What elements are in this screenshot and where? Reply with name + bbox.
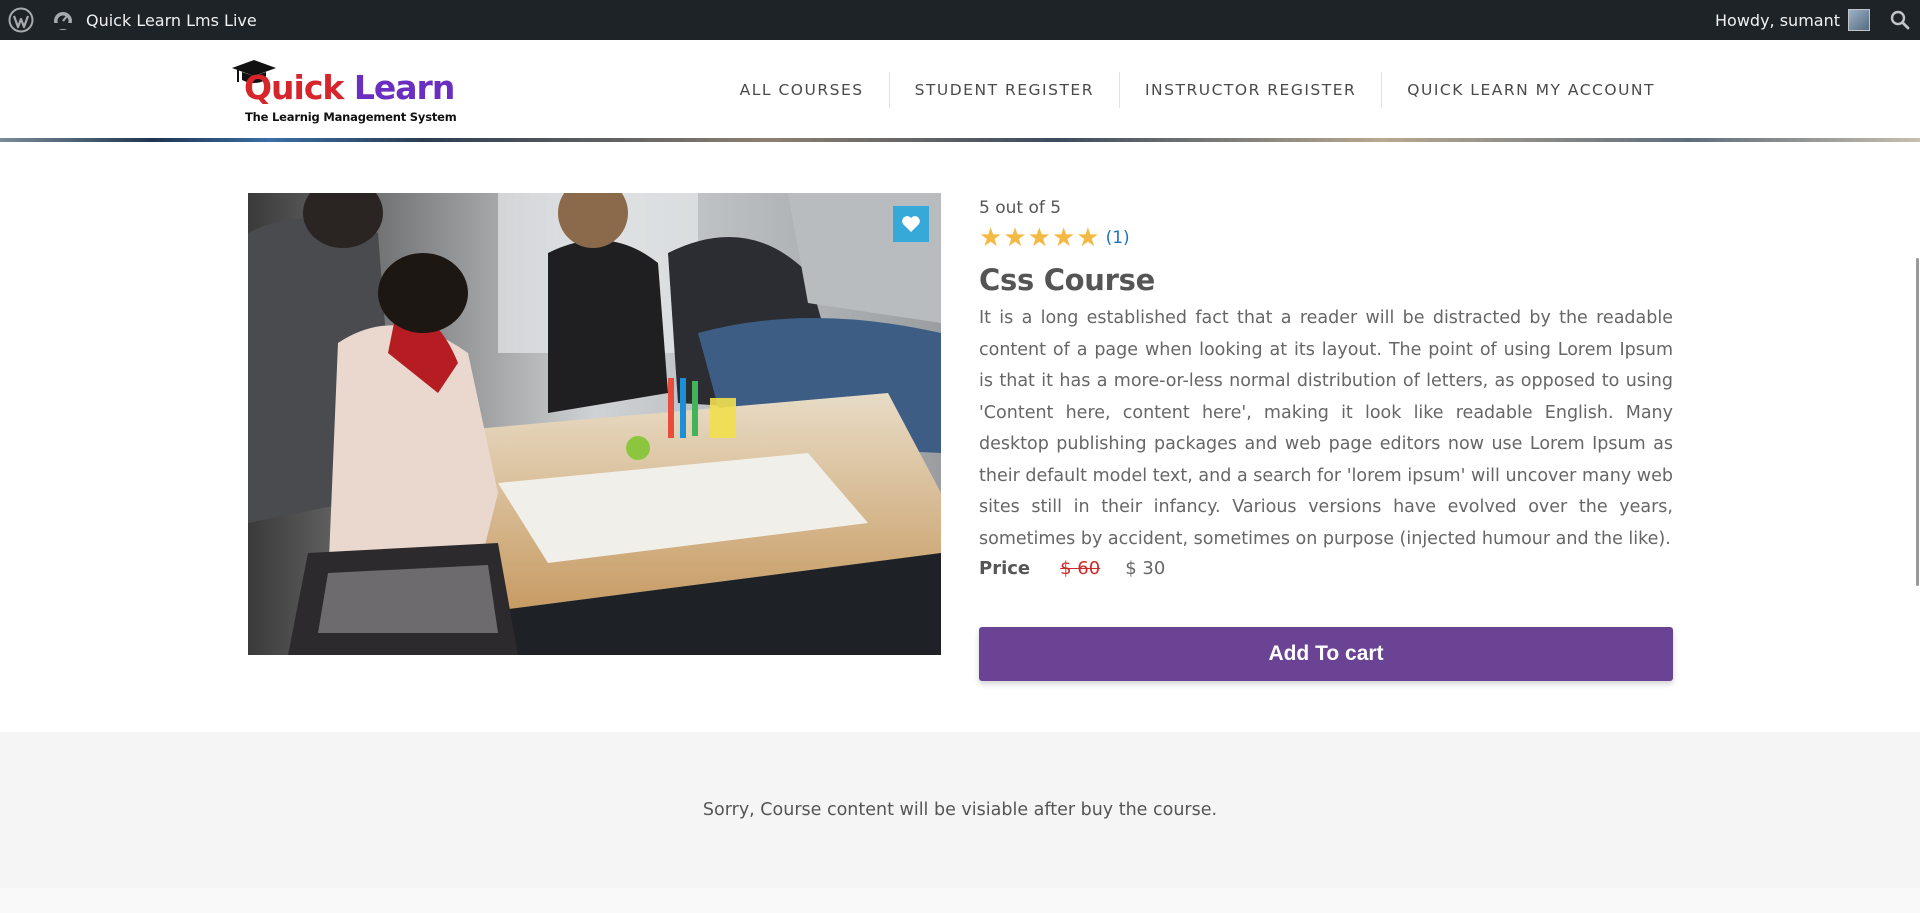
user-account-menu[interactable]: Howdy, sumant <box>1715 0 1870 40</box>
star-icon: ★ <box>1027 223 1051 253</box>
site-name-menu[interactable]: Quick Learn Lms Live <box>52 0 257 40</box>
scrollbar[interactable] <box>1912 40 1920 913</box>
star-icon: ★ <box>1051 223 1076 253</box>
nav-all-courses[interactable]: ALL COURSES <box>715 72 889 108</box>
logo-tagline: The Learnig Management System <box>245 110 457 124</box>
nav-student-register[interactable]: STUDENT REGISTER <box>888 72 1119 108</box>
wordpress-logo-icon[interactable] <box>8 0 36 40</box>
review-count-link[interactable]: (1) <box>1106 228 1130 248</box>
main-navigation: ALL COURSES STUDENT REGISTER INSTRUCTOR … <box>715 40 1680 140</box>
heart-icon <box>902 216 920 232</box>
site-header: Quick Learn The Learnig Management Syste… <box>0 40 1920 140</box>
scrollbar-thumb[interactable] <box>1916 258 1919 586</box>
content-locked-notice: Sorry, Course content will be visiable a… <box>0 732 1920 888</box>
site-name[interactable]: Quick Learn Lms Live <box>86 11 257 30</box>
howdy-text[interactable]: Howdy, sumant <box>1715 11 1840 30</box>
price-label: Price <box>979 558 1031 579</box>
star-icon: ★ <box>979 223 1003 253</box>
star-icon: ★ <box>1076 223 1100 253</box>
admin-bar: Quick Learn Lms Live Howdy, sumant <box>0 0 1920 40</box>
rating-stars: ★ ★ ★ ★ ★ (1) <box>979 225 1673 251</box>
dashboard-icon <box>54 12 72 30</box>
course-detail-section: 5 out of 5 ★ ★ ★ ★ ★ (1) Css Course It i… <box>0 142 1920 732</box>
sale-price: $ 30 <box>1125 558 1166 579</box>
nav-instructor-register[interactable]: INSTRUCTOR REGISTER <box>1118 72 1381 108</box>
course-image <box>248 193 941 655</box>
logo-wordmark: Quick Learn <box>244 68 455 107</box>
add-to-cart-button[interactable]: Add To cart <box>979 627 1673 681</box>
rating-text: 5 out of 5 <box>979 198 1062 218</box>
course-info: 5 out of 5 ★ ★ ★ ★ ★ (1) Css Course It i… <box>979 198 1673 579</box>
original-price: $ 60 <box>1060 558 1101 579</box>
wishlist-button[interactable] <box>893 206 929 242</box>
course-title: Css Course <box>979 263 1155 297</box>
course-description: It is a long established fact that a rea… <box>979 308 1673 549</box>
avatar[interactable] <box>1848 9 1870 31</box>
star-icon: ★ <box>1003 223 1027 253</box>
nav-my-account[interactable]: QUICK LEARN MY ACCOUNT <box>1381 72 1680 108</box>
search-icon[interactable] <box>1880 0 1920 40</box>
site-logo[interactable]: Quick Learn The Learnig Management Syste… <box>230 58 460 128</box>
price-row: Price $ 60 $ 30 <box>979 558 1673 579</box>
